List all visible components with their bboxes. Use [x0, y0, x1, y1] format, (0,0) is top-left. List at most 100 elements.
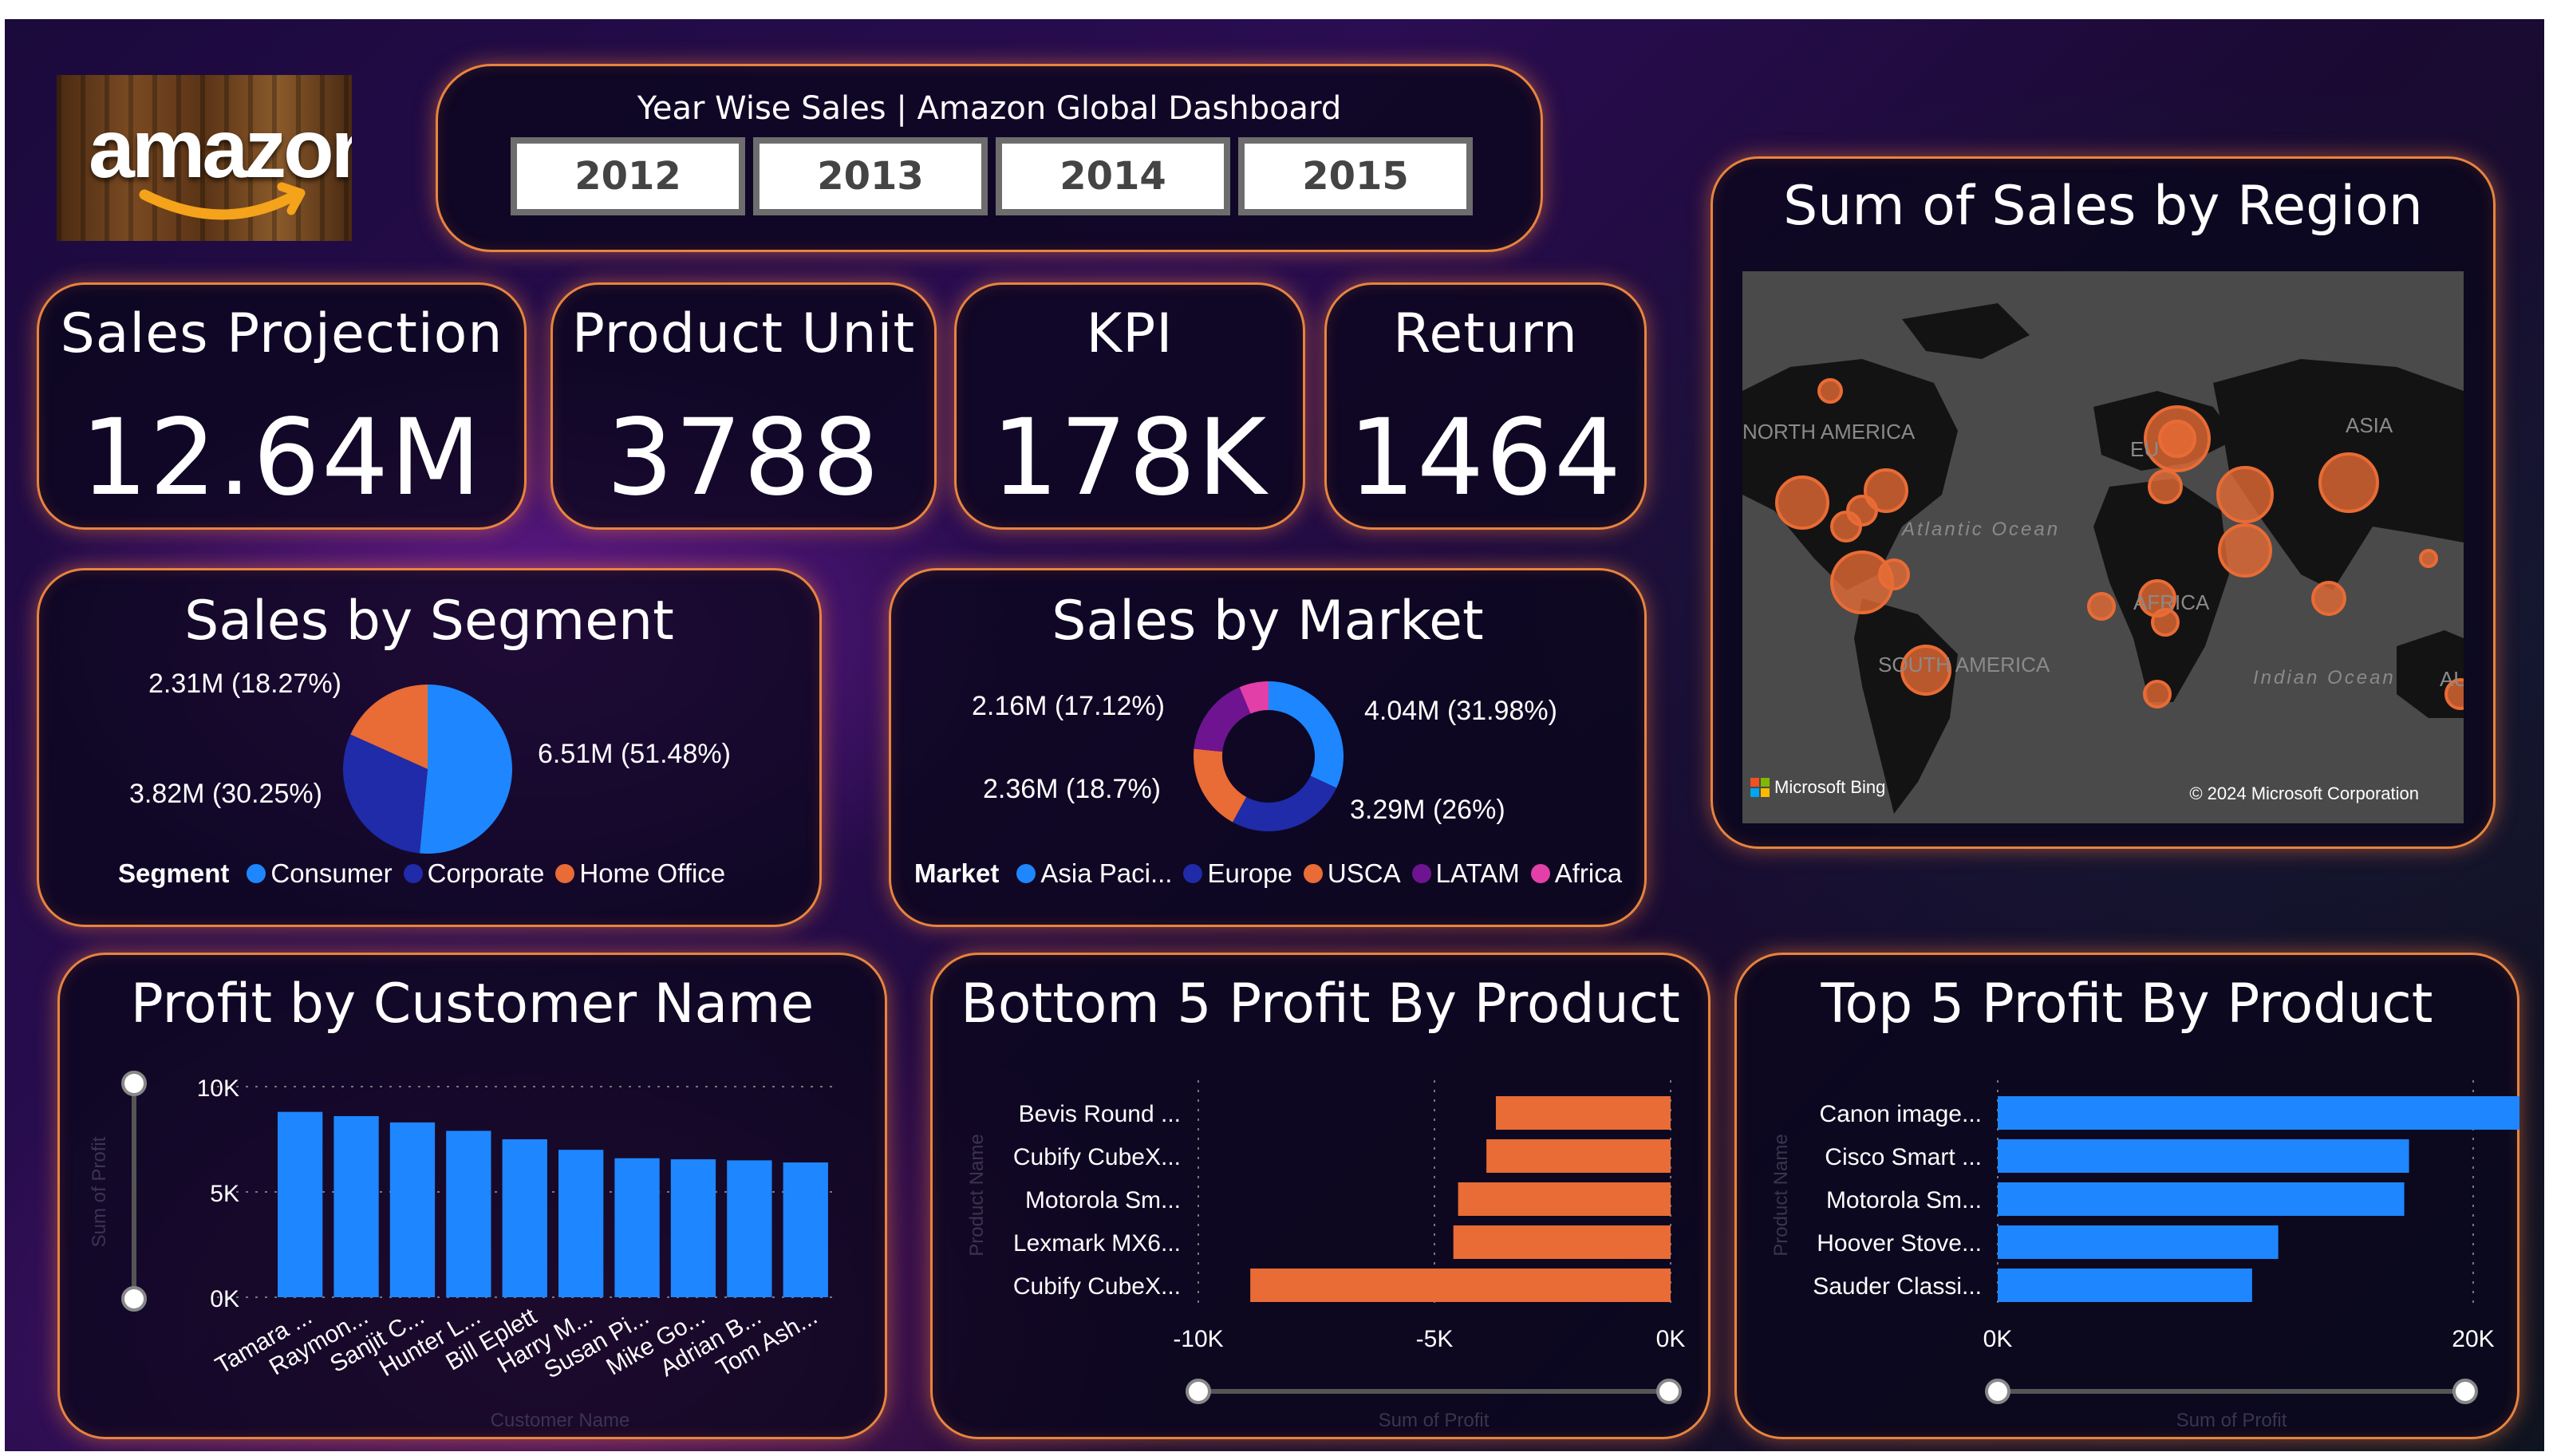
year-button-2014[interactable]: 2014 — [996, 137, 1230, 215]
y-tick-label: Cisco Smart ... — [1825, 1144, 1982, 1170]
legend-title: Segment — [118, 858, 230, 888]
legend-item-europe[interactable]: Europe — [1183, 858, 1292, 889]
slider-handle-top[interactable] — [121, 1071, 147, 1096]
slider-handle-right[interactable] — [2452, 1379, 2478, 1404]
bing-label: Microsoft Bing — [1774, 777, 1886, 797]
x-axis-label: Sum of Profit — [2176, 1410, 2287, 1431]
bar-3[interactable] — [1453, 1225, 1671, 1259]
legend-swatch — [403, 864, 423, 883]
bar-2[interactable] — [389, 1122, 436, 1297]
legend-item-africa[interactable]: Africa — [1530, 858, 1622, 889]
legend-swatch — [1303, 864, 1323, 883]
y-axis-label: Product Name — [966, 1134, 988, 1256]
y-tick-label: 5K — [210, 1181, 239, 1207]
segment-label-consumer: 6.51M (51.48%) — [538, 739, 731, 769]
y-tick-label: 0K — [210, 1286, 239, 1312]
legend-label: Home Office — [579, 858, 726, 888]
market-label-europe: 3.29M (26%) — [1350, 795, 1505, 825]
sales-region-map[interactable]: NORTH AMERICA EU ASIA Atlantic Ocean AFR… — [1742, 271, 2464, 823]
legend-swatch — [247, 864, 266, 883]
slider-handle-left[interactable] — [1186, 1379, 1211, 1404]
bar-8[interactable] — [727, 1160, 772, 1297]
x-axis-label: Sum of Profit — [1379, 1410, 1490, 1431]
bar-7[interactable] — [670, 1159, 716, 1297]
legend-item-usca[interactable]: USCA — [1303, 858, 1401, 889]
legend-item-consumer[interactable]: Consumer — [247, 858, 393, 889]
legend-item-latam[interactable]: LATAM — [1411, 858, 1520, 889]
map-label-north-america: NORTH AMERICA — [1742, 420, 1916, 444]
kpi-card-kpi: KPI 178K — [954, 282, 1305, 530]
bar-1[interactable] — [333, 1115, 379, 1297]
bar-3[interactable] — [1998, 1225, 2279, 1259]
y-tick-label: Motorola Sm... — [1025, 1187, 1181, 1213]
slice-europe[interactable] — [1233, 775, 1337, 831]
kpi-value: 12.64M — [81, 397, 483, 519]
bar-0[interactable] — [1998, 1096, 2519, 1130]
y-tick-label: Sauder Classi... — [1813, 1273, 1982, 1300]
bar-4[interactable] — [1998, 1269, 2252, 1302]
bar-4[interactable] — [502, 1139, 547, 1297]
y-axis-label: Product Name — [1770, 1134, 1792, 1256]
bar-0[interactable] — [278, 1111, 323, 1297]
x-tick-label: 20K — [2452, 1326, 2494, 1352]
market-label-latam: 2.16M (17.12%) — [972, 691, 1165, 721]
legend-label: USCA — [1327, 858, 1401, 888]
bar-2[interactable] — [1458, 1182, 1671, 1216]
map-label-atlantic: Atlantic Ocean — [1902, 519, 2061, 540]
x-tick-label: -5K — [1416, 1326, 1454, 1352]
segment-title: Sales by Segment — [184, 590, 674, 653]
legend-label: Europe — [1207, 858, 1292, 888]
y-tick-label: Cubify CubeX... — [1013, 1273, 1181, 1300]
legend-label: Consumer — [270, 858, 393, 888]
bar-4[interactable] — [1250, 1269, 1671, 1302]
kpi-card-return: Return 1464 — [1324, 282, 1647, 530]
world-map-svg — [1742, 303, 2464, 814]
bar-0[interactable] — [1495, 1096, 1671, 1130]
slider-handle-left[interactable] — [1985, 1379, 2010, 1404]
bar-1[interactable] — [1998, 1139, 2409, 1173]
y-tick-label: Canon image... — [1820, 1101, 1982, 1127]
legend-label: Corporate — [427, 858, 545, 888]
legend-item-home-office[interactable]: Home Office — [555, 858, 725, 889]
legend-swatch — [1530, 864, 1550, 883]
legend-swatch — [1183, 864, 1203, 883]
x-tick-label: 0K — [1656, 1326, 1686, 1352]
legend-title: Market — [914, 858, 1000, 888]
legend-item-corporate[interactable]: Corporate — [403, 858, 545, 889]
bottom5-chart: -10K -5K 0K Bevis Round ... Cubify CubeX... M… — [966, 1080, 1686, 1431]
smile-arrow-icon — [139, 182, 306, 220]
bar-6[interactable] — [614, 1158, 660, 1297]
legend-item-asia-pacific[interactable]: Asia Paci... — [1016, 858, 1172, 889]
year-button-2013[interactable]: 2013 — [753, 137, 988, 215]
market-label-usca: 2.36M (18.7%) — [983, 774, 1161, 804]
market-donut[interactable] — [1190, 678, 1347, 835]
top5-chart: 0K 20K Canon image... Cisco Smart ... Motoro… — [1770, 1080, 2519, 1431]
legend-label: LATAM — [1435, 858, 1520, 888]
slice-consumer[interactable] — [420, 685, 512, 854]
kpi-value: 1464 — [1348, 397, 1623, 519]
slider-handle-right[interactable] — [1656, 1379, 1682, 1404]
slider-handle-bottom[interactable] — [121, 1286, 147, 1312]
map-label-africa: AFRICA — [2133, 590, 2210, 614]
microsoft-logo-icon — [1750, 778, 1770, 797]
map-title: Sum of Sales by Region — [1783, 175, 2423, 238]
slice-latam[interactable] — [1194, 687, 1251, 752]
year-button-2012[interactable]: 2012 — [511, 137, 745, 215]
segment-pie[interactable] — [340, 681, 515, 857]
segment-legend: Segment Consumer Corporate Home Office — [118, 858, 736, 889]
x-tick-label: -10K — [1173, 1326, 1223, 1352]
slice-usca[interactable] — [1194, 748, 1247, 823]
bar-5[interactable] — [558, 1150, 604, 1297]
kpi-title: Product Unit — [571, 302, 916, 365]
bar-9[interactable] — [783, 1162, 828, 1297]
map-label-eu: EU — [2130, 437, 2160, 461]
bar-2[interactable] — [1998, 1182, 2405, 1216]
market-legend: Market Asia Paci... Europe USCA LATAM Af… — [914, 858, 1633, 889]
bar-1[interactable] — [1486, 1139, 1671, 1173]
bing-attribution[interactable]: Microsoft Bing — [1750, 777, 1885, 798]
year-button-2015[interactable]: 2015 — [1238, 137, 1473, 215]
y-tick-label: Hoover Stove... — [1817, 1230, 1982, 1257]
slice-asia-paci-[interactable] — [1269, 681, 1344, 788]
bar-3[interactable] — [446, 1130, 491, 1297]
kpi-title: Return — [1393, 302, 1578, 365]
